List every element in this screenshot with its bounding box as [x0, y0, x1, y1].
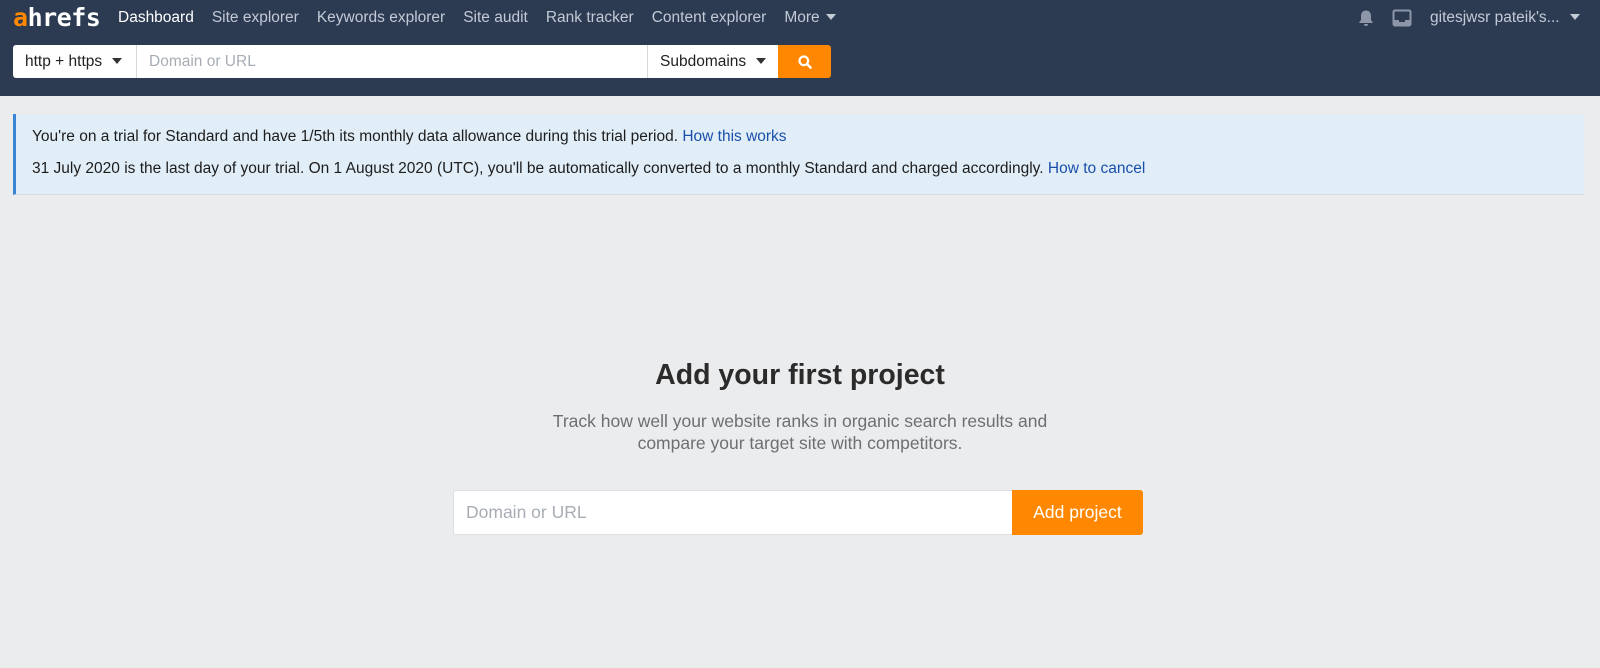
- nav-more[interactable]: More: [784, 9, 836, 27]
- nav-content-explorer[interactable]: Content explorer: [652, 9, 767, 27]
- how-to-cancel-link[interactable]: How to cancel: [1048, 160, 1145, 177]
- nav-site-audit[interactable]: Site audit: [463, 9, 528, 27]
- nav-keywords-explorer[interactable]: Keywords explorer: [317, 9, 445, 27]
- subtitle-line-1: Track how well your website ranks in org…: [552, 411, 1048, 431]
- top-header: ahrefs Dashboard Site explorer Keywords …: [0, 0, 1600, 96]
- protocol-value: http + https: [25, 53, 103, 70]
- page-title: Add your first project: [655, 359, 945, 391]
- trial-line-1: You're on a trial for Standard and have …: [32, 128, 787, 146]
- protocol-select[interactable]: http + https: [13, 45, 137, 78]
- mode-value: Subdomains: [660, 53, 747, 70]
- nav-more-label: More: [784, 9, 820, 26]
- trial-text-1: You're on a trial for Standard and have …: [32, 128, 679, 145]
- search-icon: [797, 54, 812, 69]
- project-url-input[interactable]: [453, 490, 1012, 535]
- main-nav: Dashboard Site explorer Keywords explore…: [118, 0, 854, 36]
- mode-select[interactable]: Subdomains: [647, 45, 778, 78]
- add-project-form: Add project: [453, 490, 1143, 535]
- trial-text-2: 31 July 2020 is the last day of your tri…: [32, 160, 1044, 177]
- chevron-down-icon: [112, 57, 123, 64]
- inbox-icon[interactable]: [1392, 9, 1412, 27]
- trial-line-2: 31 July 2020 is the last day of your tri…: [32, 160, 1145, 178]
- nav-rank-tracker[interactable]: Rank tracker: [546, 9, 634, 27]
- trial-banner: You're on a trial for Standard and have …: [13, 114, 1584, 195]
- chevron-down-icon: [1569, 13, 1580, 20]
- page-subtitle: Track how well your website ranks in org…: [500, 410, 1100, 454]
- chevron-down-icon: [825, 13, 836, 20]
- how-this-works-link[interactable]: How this works: [682, 128, 786, 145]
- url-search-input[interactable]: [137, 45, 647, 78]
- user-name: gitesjwsr pateik's...: [1430, 9, 1560, 26]
- ahrefs-logo[interactable]: ahrefs: [13, 4, 101, 32]
- nav-dashboard[interactable]: Dashboard: [118, 9, 194, 27]
- search-button[interactable]: [778, 45, 831, 78]
- nav-site-explorer[interactable]: Site explorer: [212, 9, 299, 27]
- site-search-bar: http + https Subdomains: [13, 45, 831, 78]
- chevron-down-icon: [756, 57, 767, 64]
- user-menu[interactable]: gitesjwsr pateik's...: [1430, 9, 1580, 27]
- subtitle-line-2: compare your target site with competitor…: [637, 433, 963, 453]
- bell-icon[interactable]: [1357, 9, 1375, 27]
- add-project-button[interactable]: Add project: [1012, 490, 1143, 535]
